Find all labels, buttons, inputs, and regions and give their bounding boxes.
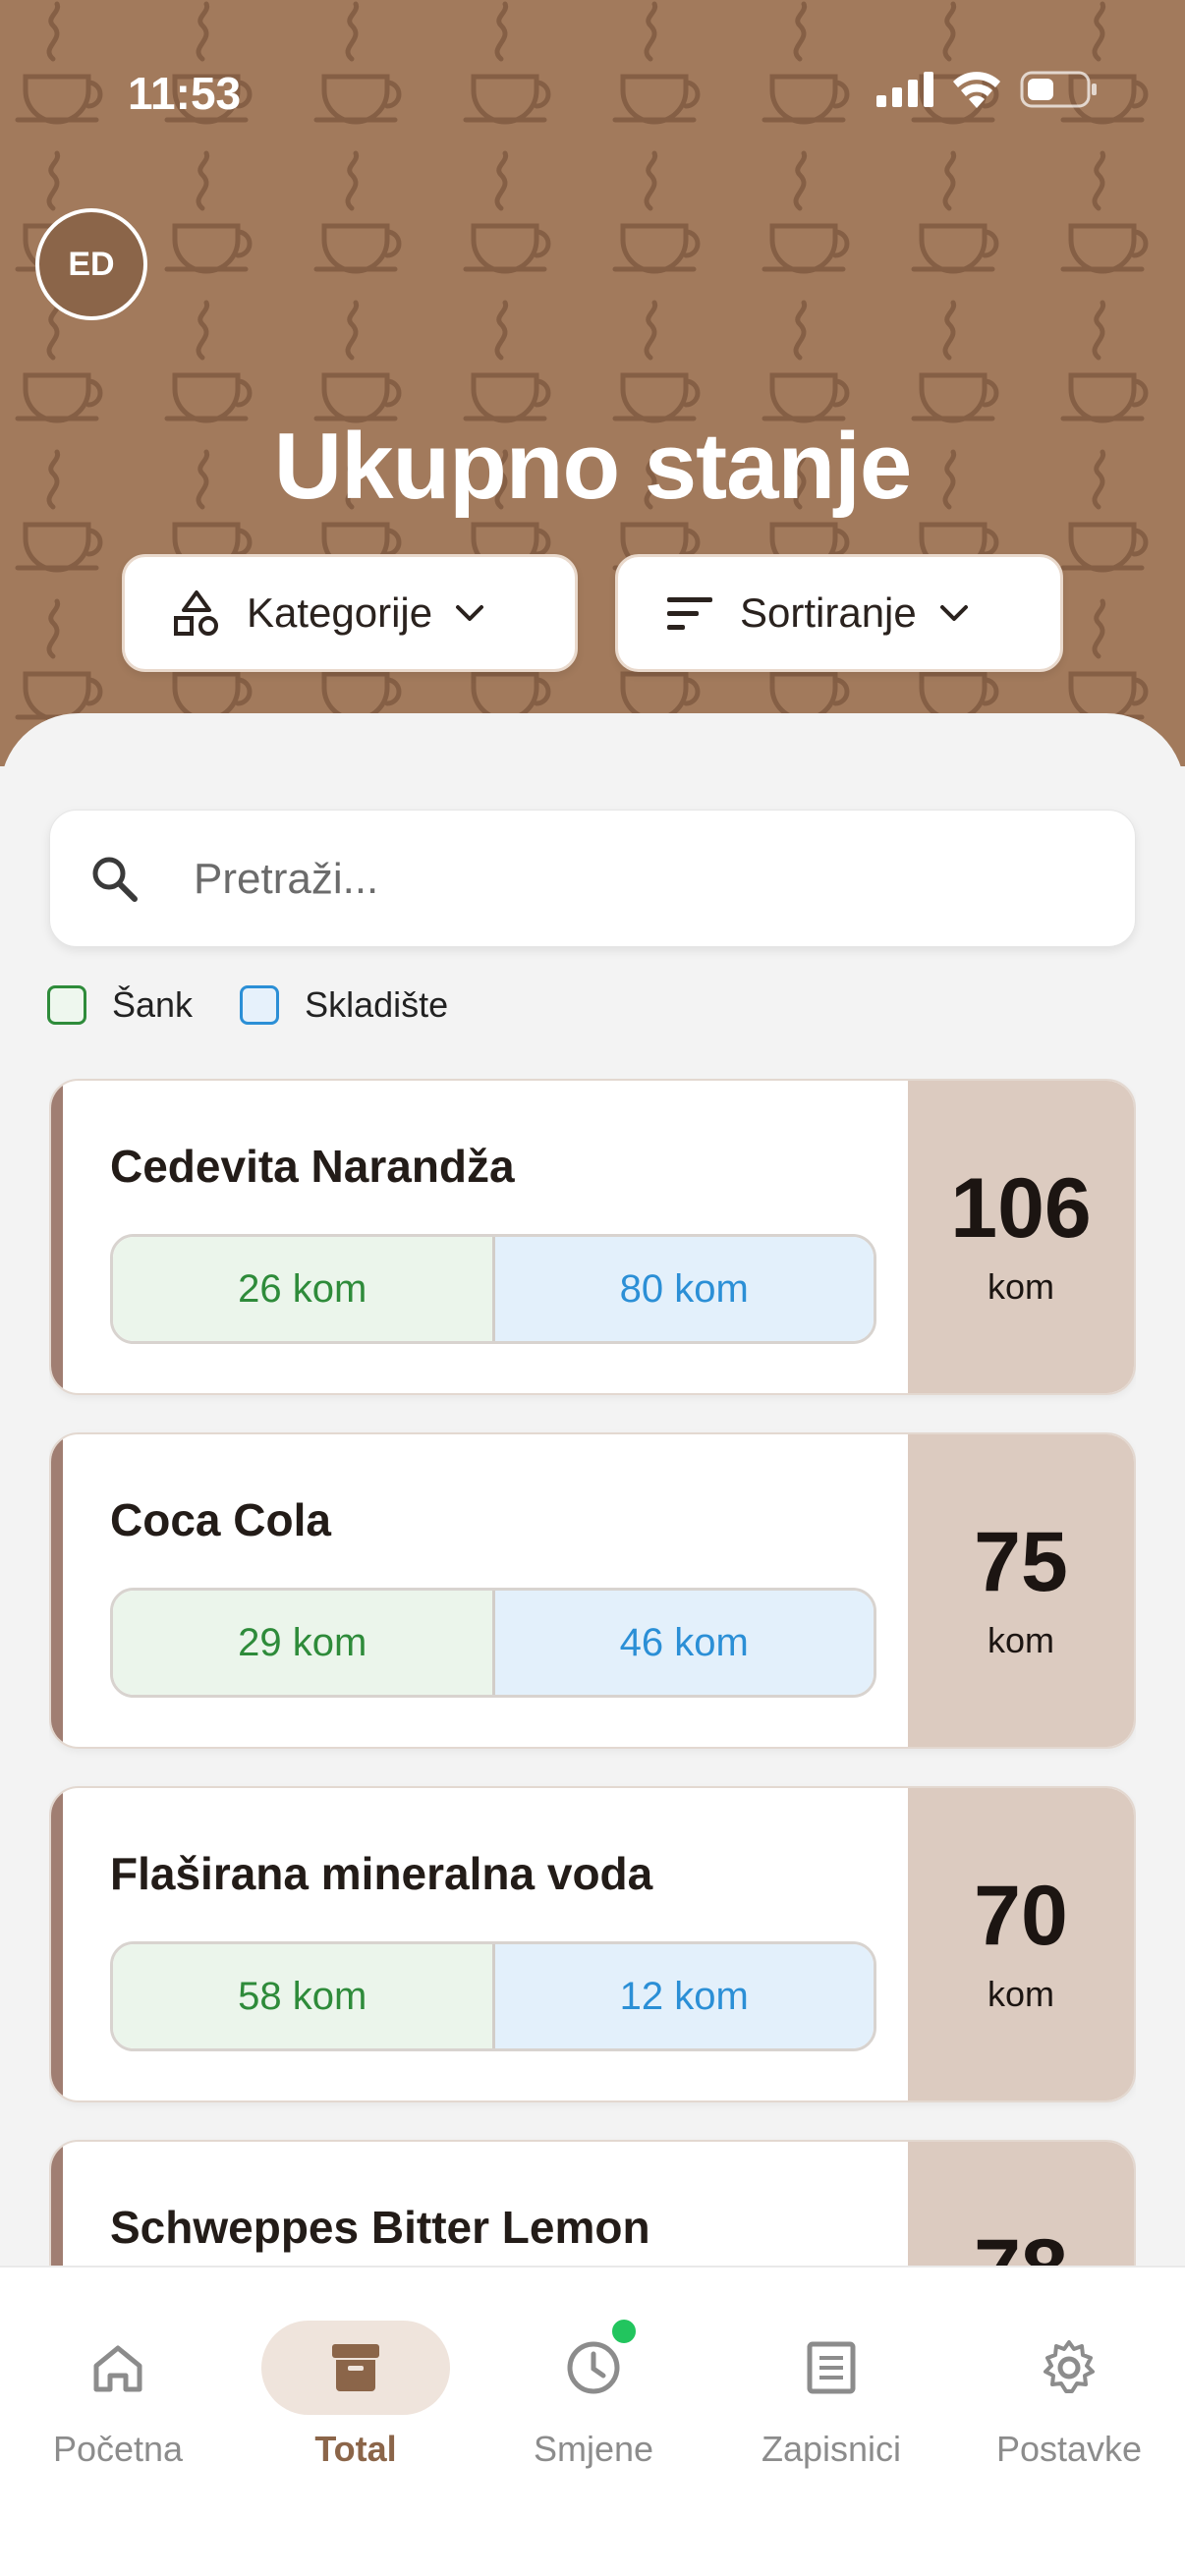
shapes-icon (174, 590, 218, 636)
storage-quantity: 12 kom (494, 1944, 874, 2048)
categories-filter-button[interactable]: Kategorije (122, 554, 578, 672)
total-unit: kom (987, 1974, 1054, 2014)
gear-icon (1044, 2340, 1095, 2393)
location-split: 29 kom 46 kom (110, 1588, 876, 1698)
total-quantity-box: 106 kom (908, 1081, 1134, 1393)
nav-total[interactable]: Total (242, 2293, 458, 2470)
nav-shifts[interactable]: Smjene (480, 2293, 696, 2470)
item-name: Coca Cola (110, 1494, 331, 1545)
nav-label: Smjene (533, 2429, 654, 2469)
total-quantity: 78 (974, 2227, 1068, 2266)
clock-icon (567, 2341, 620, 2394)
location-split: 26 kom 80 kom (110, 1234, 876, 1344)
signal-icon (876, 72, 933, 107)
battery-icon (1020, 71, 1097, 108)
bar-legend-label: Šank (112, 984, 194, 1025)
search-icon (92, 857, 138, 902)
stock-list: Cedevita Narandža 26 kom 80 kom 106 kom … (49, 1079, 1136, 2266)
sort-icon (667, 597, 712, 630)
search-bar[interactable] (49, 810, 1136, 947)
home-icon (93, 2345, 142, 2392)
bar-quantity: 29 kom (113, 1591, 495, 1695)
chevron-down-icon (939, 605, 968, 621)
search-input[interactable] (194, 840, 1078, 919)
bottom-nav: Početna Total Smjene Zapisnici Postavke (0, 2266, 1185, 2576)
bar-checkbox[interactable] (47, 985, 86, 1025)
stock-card[interactable]: Schweppes Bitter Lemon 78 kom (49, 2140, 1136, 2266)
categories-label: Kategorije (247, 589, 433, 636)
total-quantity-box: 78 kom (908, 2142, 1134, 2266)
total-quantity: 106 (950, 1161, 1092, 1256)
sort-button[interactable]: Sortiranje (615, 554, 1063, 672)
item-name: Flaširana mineralna voda (110, 1848, 653, 1899)
nav-label: Zapisnici (761, 2429, 902, 2469)
total-quantity: 75 (974, 1515, 1068, 1609)
nav-logs[interactable]: Zapisnici (717, 2293, 933, 2470)
stock-card[interactable]: Coca Cola 29 kom 46 kom 75 kom (49, 1432, 1136, 1749)
avatar[interactable]: ED (35, 208, 147, 320)
total-quantity-box: 70 kom (908, 1788, 1134, 2100)
wifi-icon (953, 72, 1000, 108)
location-split: 58 kom 12 kom (110, 1941, 876, 2051)
nav-label: Početna (52, 2429, 184, 2469)
item-name: Schweppes Bitter Lemon (110, 2202, 650, 2253)
notification-dot (609, 2317, 639, 2346)
status-bar: 11:53 (0, 59, 1185, 119)
nav-home[interactable]: Početna (4, 2293, 220, 2470)
page-title: Ukupno stanje (273, 414, 912, 519)
total-quantity: 70 (974, 1869, 1068, 1963)
nav-settings[interactable]: Postavke (955, 2293, 1171, 2470)
bar-quantity: 58 kom (113, 1944, 495, 2048)
storage-checkbox[interactable] (240, 985, 280, 1025)
storage-legend-label: Skladište (305, 984, 449, 1025)
total-unit: kom (987, 1266, 1054, 1307)
bar-quantity: 26 kom (113, 1237, 495, 1341)
chevron-down-icon (456, 605, 484, 621)
status-time: 11:53 (128, 68, 242, 119)
nav-label: Postavke (995, 2429, 1143, 2469)
archive-icon (332, 2344, 379, 2391)
location-legend: Šank Skladište (47, 984, 448, 1026)
stock-card[interactable]: Cedevita Narandža 26 kom 80 kom 106 kom (49, 1079, 1136, 1395)
total-quantity-box: 75 kom (908, 1434, 1134, 1747)
nav-label: Total (314, 2429, 397, 2469)
item-name: Cedevita Narandža (110, 1141, 515, 1192)
header: 11:53 ED Ukupno stanje Kategorije Sortir… (0, 0, 1185, 766)
list-icon (807, 2341, 856, 2394)
storage-quantity: 46 kom (494, 1591, 874, 1695)
sort-label: Sortiranje (740, 589, 917, 636)
total-unit: kom (987, 1620, 1054, 1660)
storage-quantity: 80 kom (494, 1237, 874, 1341)
stock-card[interactable]: Flaširana mineralna voda 58 kom 12 kom 7… (49, 1786, 1136, 2102)
